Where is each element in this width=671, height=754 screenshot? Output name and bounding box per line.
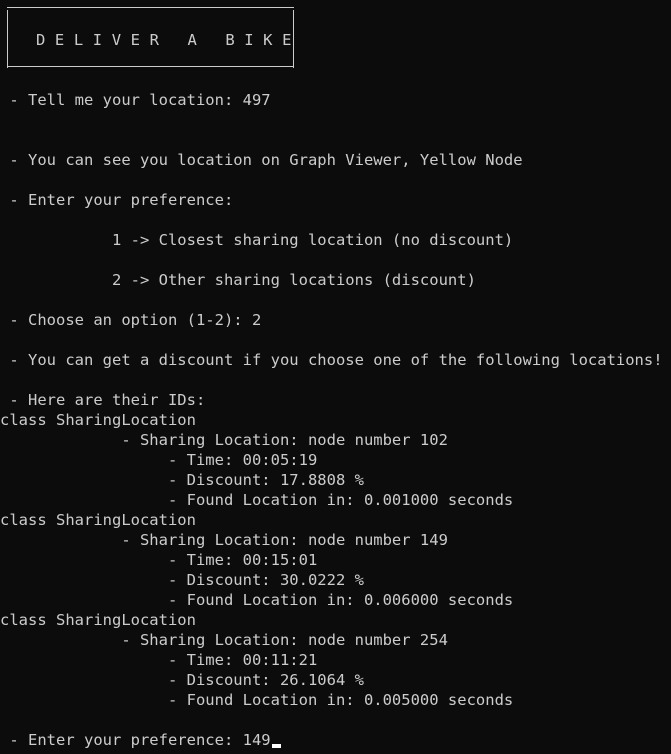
banner-left-border: [7, 10, 8, 68]
result-class-line: class SharingLocation: [0, 611, 196, 629]
result-time-line: - Time: 00:05:19: [0, 451, 318, 469]
result-discount-line: - Discount: 17.8808 %: [0, 471, 364, 489]
result-found-line: - Found Location in: 0.006000 seconds: [0, 591, 514, 609]
result-time-line: - Time: 00:11:21: [0, 651, 318, 669]
ids-header: - Here are their IDs:: [0, 391, 206, 409]
location-prompt: - Tell me your location: 497: [0, 91, 271, 109]
result-time-line: - Time: 00:15:01: [0, 551, 318, 569]
result-class-line: class SharingLocation: [0, 411, 196, 429]
result-discount-line: - Discount: 30.0222 %: [0, 571, 364, 589]
graph-hint: - You can see you location on Graph View…: [0, 151, 523, 169]
result-discount-line: - Discount: 26.1064 %: [0, 671, 364, 689]
console-window[interactable]: DELIVER A BIKE - Tell me your location: …: [0, 0, 671, 754]
result-found-line: - Found Location in: 0.005000 seconds: [0, 691, 514, 709]
option-1: 1 -> Closest sharing location (no discou…: [0, 231, 514, 249]
result-location-line: - Sharing Location: node number 254: [0, 631, 448, 649]
result-found-line: - Found Location in: 0.001000 seconds: [0, 491, 514, 509]
result-location-line: - Sharing Location: node number 102: [0, 431, 448, 449]
discount-message: - You can get a discount if you choose o…: [0, 351, 663, 369]
option-2: 2 -> Other sharing locations (discount): [0, 271, 476, 289]
final-prompt-line[interactable]: - Enter your preference: 149: [0, 730, 281, 750]
banner-title: DELIVER A BIKE: [36, 31, 302, 49]
final-prompt-text[interactable]: - Enter your preference: 149: [0, 731, 270, 749]
preference-prompt: - Enter your preference:: [0, 191, 234, 209]
result-location-line: - Sharing Location: node number 149: [0, 531, 448, 549]
choose-option: - Choose an option (1-2): 2: [0, 311, 262, 329]
result-class-line: class SharingLocation: [0, 511, 196, 529]
text-cursor: [271, 744, 281, 748]
